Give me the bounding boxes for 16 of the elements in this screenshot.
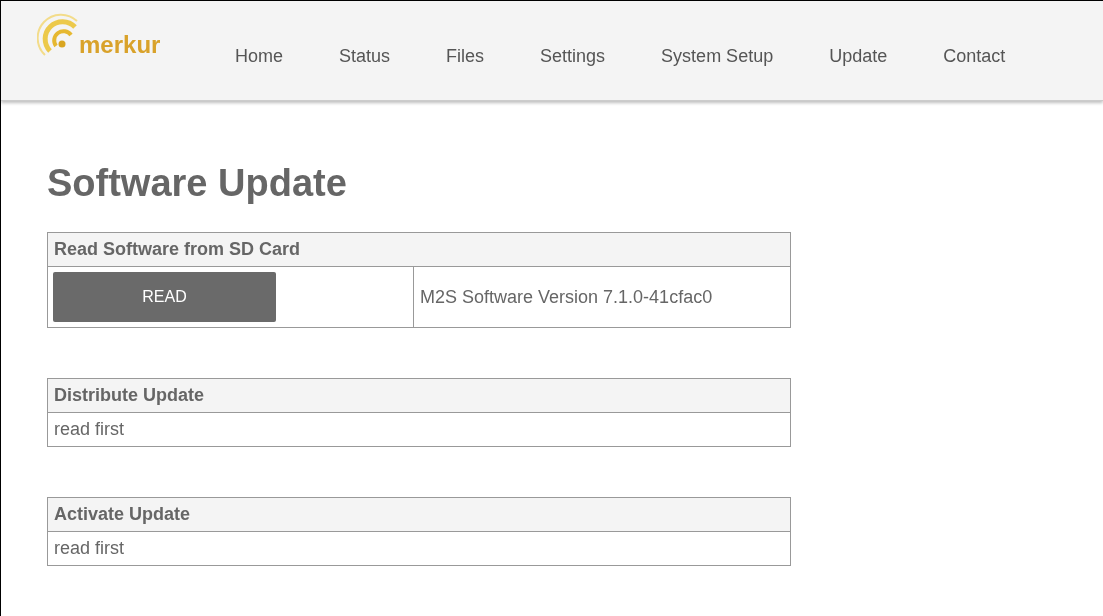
nav-link[interactable]: Update (801, 43, 916, 70)
nav-link[interactable]: Files (418, 43, 513, 70)
section-header: Read Software from SD Card (47, 232, 791, 267)
table-cell: M2S Software Version 7.1.0-41cfac0 (413, 266, 791, 328)
table-cell: read first (47, 412, 791, 447)
nav-link[interactable]: Home (207, 43, 311, 70)
page-title: Software Update (47, 164, 348, 202)
read-button[interactable]: READ (53, 272, 276, 322)
section-header: Activate Update (47, 497, 791, 532)
nav-link[interactable]: Contact (915, 43, 1034, 70)
nav-link[interactable]: Status (311, 43, 419, 70)
table-cell: read first (47, 531, 791, 566)
nav-link[interactable]: Settings (512, 43, 634, 70)
nav-link[interactable]: System Setup (633, 43, 802, 70)
section-header: Distribute Update (47, 378, 791, 413)
logo-text: merkur (79, 33, 161, 57)
